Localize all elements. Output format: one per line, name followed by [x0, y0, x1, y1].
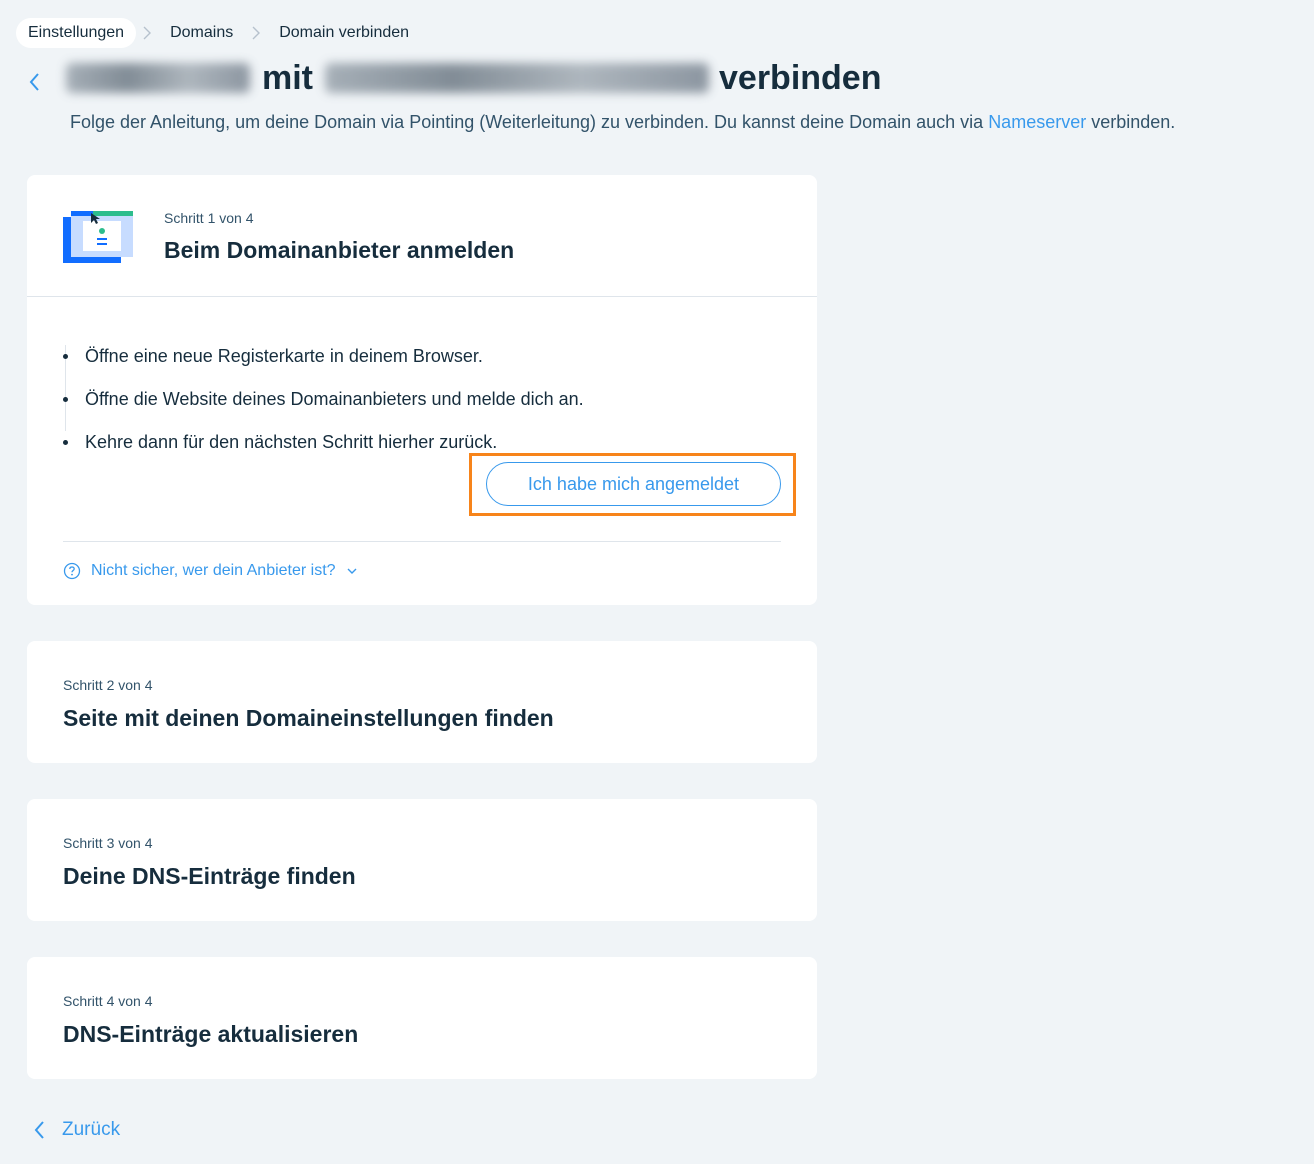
step-1-title: Beim Domainanbieter anmelden — [164, 237, 515, 263]
step-2-title: Seite mit deinen Domaineinstellungen fin… — [63, 705, 554, 731]
step-4-label: Schritt 4 von 4 — [63, 993, 153, 1009]
page-title: mit verbinden — [66, 54, 881, 102]
browser-login-illustration-icon — [63, 211, 133, 263]
step-1-label: Schritt 1 von 4 — [164, 210, 254, 226]
step-1-header: Schritt 1 von 4 Beim Domainanbieter anme… — [27, 175, 817, 297]
provider-help-toggle[interactable]: Nicht sicher, wer dein Anbieter ist? — [63, 560, 358, 582]
redacted-site-name — [325, 63, 709, 93]
page-title-end: verbinden — [719, 58, 882, 97]
question-circle-icon — [63, 562, 81, 580]
subtitle-text-after: verbinden. — [1086, 112, 1176, 132]
chevron-left-icon — [29, 73, 39, 91]
step-1-card: Schritt 1 von 4 Beim Domainanbieter anme… — [27, 175, 817, 605]
breadcrumb: Einstellungen Domains Domain verbinden — [16, 16, 421, 50]
step-2-label: Schritt 2 von 4 — [63, 677, 153, 693]
breadcrumb-item-einstellungen[interactable]: Einstellungen — [16, 18, 137, 48]
step-4-title: DNS-Einträge aktualisieren — [63, 1021, 359, 1047]
back-link[interactable]: Zurück — [32, 1116, 120, 1144]
divider — [63, 541, 781, 542]
chevron-down-icon — [347, 568, 357, 574]
bullet-dot — [63, 397, 68, 402]
list-item: Öffne eine neue Registerkarte in deinem … — [63, 335, 584, 378]
step-1-instructions: Öffne eine neue Registerkarte in deinem … — [63, 335, 584, 464]
page-subtitle: Folge der Anleitung, um deine Domain via… — [70, 112, 1175, 133]
bullet-dot — [63, 440, 68, 445]
step-3-label: Schritt 3 von 4 — [63, 835, 153, 851]
page-title-middle: mit — [262, 58, 313, 97]
logged-in-button[interactable]: Ich habe mich angemeldet — [486, 462, 781, 506]
nameserver-link[interactable]: Nameserver — [988, 112, 1086, 132]
bullet-text: Kehre dann für den nächsten Schritt hier… — [85, 432, 498, 452]
breadcrumb-item-domains[interactable]: Domains — [158, 18, 245, 48]
chevron-right-icon — [245, 26, 267, 40]
step-3-card[interactable]: Schritt 3 von 4 Deine DNS-Einträge finde… — [27, 799, 817, 921]
provider-help-label: Nicht sicher, wer dein Anbieter ist? — [91, 562, 336, 579]
step-2-card[interactable]: Schritt 2 von 4 Seite mit deinen Domaine… — [27, 641, 817, 763]
bullet-text: Öffne eine neue Registerkarte in deinem … — [85, 346, 483, 366]
subtitle-text-before: Folge der Anleitung, um deine Domain via… — [70, 112, 989, 132]
step-3-title: Deine DNS-Einträge finden — [63, 863, 356, 889]
redacted-domain-name — [66, 63, 250, 93]
back-link-label: Zurück — [62, 1119, 121, 1140]
step-4-card[interactable]: Schritt 4 von 4 DNS-Einträge aktualisier… — [27, 957, 817, 1079]
list-item: Öffne die Website deines Domainanbieters… — [63, 378, 584, 421]
back-chevron-button[interactable] — [24, 68, 44, 96]
chevron-right-icon — [136, 26, 158, 40]
chevron-left-icon — [34, 1121, 44, 1139]
breadcrumb-item-domain-verbinden: Domain verbinden — [279, 24, 410, 41]
bullet-text: Öffne die Website deines Domainanbieters… — [85, 389, 584, 409]
bullet-dot — [63, 354, 68, 359]
